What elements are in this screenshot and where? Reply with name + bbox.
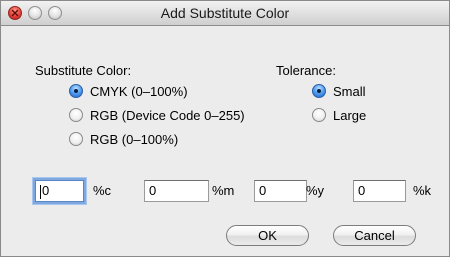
cyan-input[interactable]: 0 [35,180,84,202]
radio-tolerance-large-label: Large [333,107,367,123]
cyan-unit-label: %c [93,183,112,198]
yellow-unit-label: %y [306,183,325,198]
ok-button[interactable]: OK [226,225,309,246]
tolerance-label: Tolerance: [276,63,336,78]
dialog-window: Add Substitute Color Substitute Color: C… [0,0,450,257]
magenta-input[interactable]: 0 [144,180,209,202]
radio-button[interactable] [69,84,83,98]
black-value: 0 [358,183,366,198]
yellow-input[interactable]: 0 [254,180,307,202]
radio-cmyk[interactable]: CMYK (0–100%) [69,83,188,99]
magenta-value: 0 [149,183,157,198]
radio-button[interactable] [69,132,83,146]
radio-button[interactable] [69,108,83,122]
window-title: Add Substitute Color [160,5,290,21]
radio-tolerance-small[interactable]: Small [312,83,366,99]
radio-rgb-device-code-label: RGB (Device Code 0–255) [90,107,245,123]
radio-cmyk-label: CMYK (0–100%) [90,83,188,99]
substitute-color-label: Substitute Color: [35,63,132,78]
radio-button[interactable] [312,84,326,98]
radio-rgb-percent-label: RGB (0–100%) [90,131,179,147]
radio-rgb-percent[interactable]: RGB (0–100%) [69,131,178,147]
radio-rgb-device-code[interactable]: RGB (Device Code 0–255) [69,107,245,123]
black-unit-label: %k [413,183,432,198]
cyan-value: 0 [42,183,50,198]
radio-tolerance-small-label: Small [333,83,366,99]
black-input[interactable]: 0 [353,180,406,202]
radio-tolerance-large[interactable]: Large [312,107,366,123]
cancel-button[interactable]: Cancel [333,225,416,246]
yellow-value: 0 [259,183,267,198]
text-caret [40,184,41,199]
radio-button[interactable] [312,108,326,122]
magenta-unit-label: %m [212,183,235,198]
title-bar[interactable]: Add Substitute Color [1,1,449,26]
